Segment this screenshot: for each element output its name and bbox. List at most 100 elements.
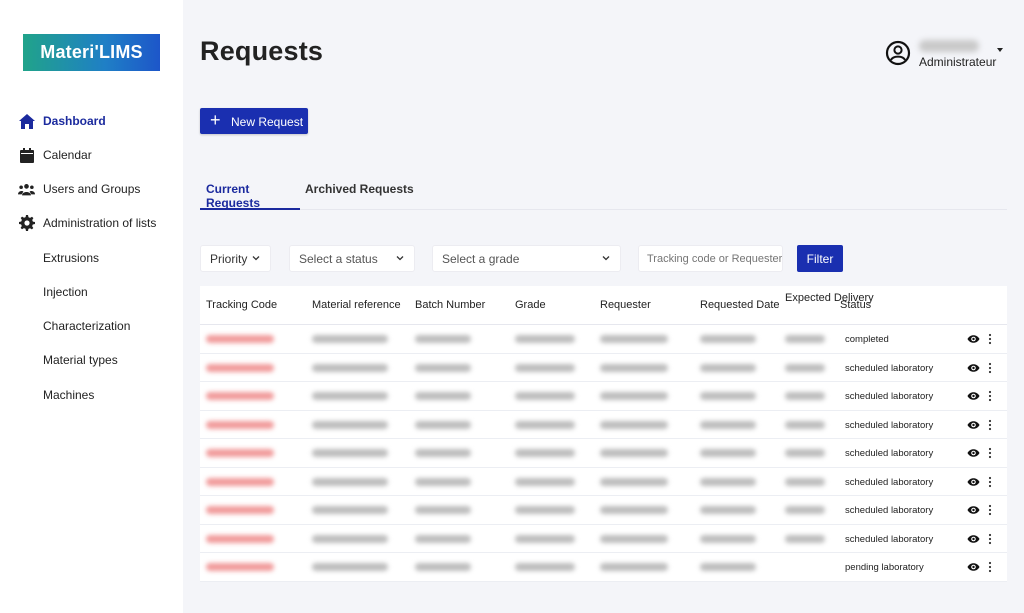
tracking-code-redacted[interactable] <box>206 449 274 457</box>
table-row[interactable]: scheduled laboratory <box>200 525 1007 553</box>
cell-redacted <box>600 392 668 400</box>
grade-select-placeholder: Select a grade <box>442 252 520 266</box>
new-request-label: New Request <box>231 115 304 129</box>
eye-icon[interactable] <box>967 448 980 458</box>
tab-current-requests[interactable]: Current Requests <box>200 182 300 210</box>
eye-icon[interactable] <box>967 477 980 487</box>
cell-redacted <box>312 449 388 457</box>
cell-redacted <box>415 420 471 429</box>
sidebar-item-users[interactable]: Users and Groups <box>0 172 183 206</box>
sidebar-item-label: Extrusions <box>43 251 100 265</box>
sidebar-item-machines[interactable]: Machines <box>0 378 183 412</box>
sidebar-item-label: Dashboard <box>43 114 106 128</box>
chevron-down-icon[interactable] <box>997 48 1003 52</box>
more-vertical-icon[interactable] <box>988 533 992 545</box>
sidebar-item-calendar[interactable]: Calendar <box>0 138 183 172</box>
eye-icon[interactable] <box>967 363 980 373</box>
tracking-code-redacted[interactable] <box>206 477 274 486</box>
status-select[interactable]: Select a status <box>289 245 415 272</box>
cell-redacted <box>700 392 756 400</box>
status-text: scheduled laboratory <box>845 505 934 516</box>
priority-select[interactable]: Priority <box>200 245 271 272</box>
sidebar-item-characterization[interactable]: Characterization <box>0 309 183 343</box>
cell-redacted <box>415 363 471 372</box>
eye-icon[interactable] <box>967 391 980 401</box>
status-text: scheduled laboratory <box>845 476 934 488</box>
column-header[interactable]: Batch Number <box>415 299 485 311</box>
cell-redacted <box>415 563 471 571</box>
cell-redacted <box>785 335 825 343</box>
table-row[interactable]: scheduled laboratory <box>200 496 1007 525</box>
status-text: completed <box>845 334 889 345</box>
table-row[interactable]: scheduled laboratory <box>200 439 1007 468</box>
sidebar-item-extrusions[interactable]: Extrusions <box>0 241 183 275</box>
sidebar-item-injection[interactable]: Injection <box>0 275 183 309</box>
sidebar-item-label: Calendar <box>43 148 92 162</box>
cell-redacted <box>515 506 575 514</box>
eye-icon[interactable] <box>967 334 980 344</box>
tracking-code-redacted[interactable] <box>206 420 274 429</box>
column-header[interactable]: Grade <box>515 299 546 311</box>
new-request-button[interactable]: + New Request <box>200 108 308 134</box>
cell-redacted <box>312 506 388 514</box>
gear-icon <box>18 215 35 232</box>
plus-icon: + <box>210 110 221 130</box>
cell-redacted <box>600 477 668 486</box>
tab-archived-requests[interactable]: Archived Requests <box>305 182 414 210</box>
cell-redacted <box>415 506 471 514</box>
status-select-placeholder: Select a status <box>299 252 378 266</box>
cell-redacted <box>700 363 756 372</box>
app-logo[interactable]: Materi'LIMS <box>23 34 160 71</box>
more-vertical-icon[interactable] <box>988 504 992 516</box>
sidebar-item-label: Injection <box>43 285 88 299</box>
sidebar-item-material-types[interactable]: Material types <box>0 343 183 377</box>
column-header[interactable]: Material reference <box>312 299 401 311</box>
eye-icon[interactable] <box>967 562 980 572</box>
sidebar-item-dashboard[interactable]: Dashboard <box>0 104 183 138</box>
cell-redacted <box>700 335 756 343</box>
cell-redacted <box>515 563 575 571</box>
cell-redacted <box>785 477 825 486</box>
grade-select[interactable]: Select a grade <box>432 245 621 272</box>
table-row[interactable]: scheduled laboratory <box>200 354 1007 382</box>
tracking-code-redacted[interactable] <box>206 534 274 543</box>
more-vertical-icon[interactable] <box>988 362 992 374</box>
tracking-code-redacted[interactable] <box>206 335 274 343</box>
more-vertical-icon[interactable] <box>988 561 992 573</box>
table-row[interactable]: scheduled laboratory <box>200 468 1007 496</box>
eye-icon[interactable] <box>967 420 980 430</box>
cell-redacted <box>415 534 471 543</box>
more-vertical-icon[interactable] <box>988 419 992 431</box>
search-field[interactable] <box>638 245 783 272</box>
column-header[interactable]: Tracking Code <box>206 299 277 311</box>
table-row[interactable]: completed <box>200 325 1007 354</box>
tracking-code-redacted[interactable] <box>206 392 274 400</box>
column-header[interactable]: Requester <box>600 299 651 311</box>
search-input[interactable] <box>639 246 782 271</box>
table-row[interactable]: pending laboratory <box>200 553 1007 582</box>
cell-redacted <box>785 420 825 429</box>
cell-redacted <box>600 449 668 457</box>
cell-redacted <box>515 392 575 400</box>
table-row[interactable]: scheduled laboratory <box>200 411 1007 439</box>
column-header[interactable]: Status <box>840 299 871 311</box>
more-vertical-icon[interactable] <box>988 390 992 402</box>
cell-redacted <box>785 506 825 514</box>
tracking-code-redacted[interactable] <box>206 506 274 514</box>
eye-icon[interactable] <box>967 505 980 515</box>
tracking-code-redacted[interactable] <box>206 363 274 372</box>
more-vertical-icon[interactable] <box>988 476 992 488</box>
cell-redacted <box>700 506 756 514</box>
column-header[interactable]: Expected Delivery <box>785 291 874 306</box>
more-vertical-icon[interactable] <box>988 447 992 459</box>
tracking-code-redacted[interactable] <box>206 563 274 571</box>
more-vertical-icon[interactable] <box>988 333 992 345</box>
filter-button[interactable]: Filter <box>797 245 843 272</box>
sidebar-item-administration[interactable]: Administration of lists <box>0 206 183 240</box>
column-header[interactable]: Requested Date <box>700 299 780 311</box>
cell-redacted <box>600 335 668 343</box>
cell-redacted <box>312 477 388 486</box>
status-text: scheduled laboratory <box>845 448 934 459</box>
eye-icon[interactable] <box>967 534 980 544</box>
table-row[interactable]: scheduled laboratory <box>200 382 1007 411</box>
